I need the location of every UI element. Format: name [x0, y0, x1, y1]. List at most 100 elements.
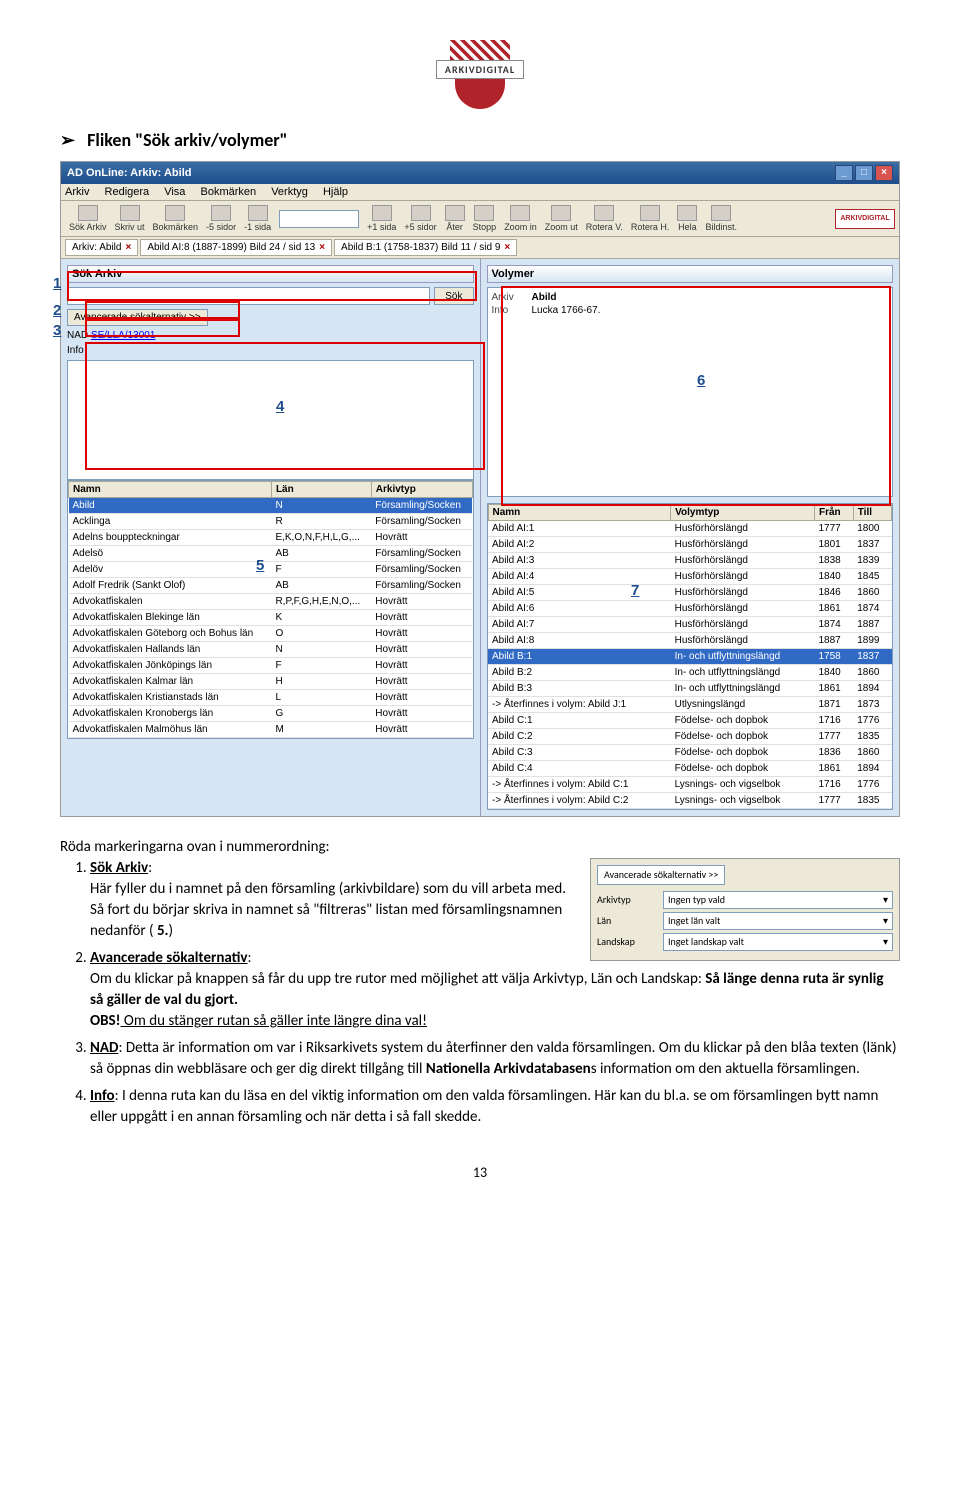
- heading-text: Fliken "Sök arkiv/volymer": [87, 129, 287, 151]
- table-row[interactable]: Advokatfiskalen Blekinge länKHovrätt: [69, 610, 473, 626]
- marker-4: 4: [276, 398, 284, 415]
- toolbar-btn[interactable]: -1 sida: [244, 205, 271, 232]
- tab[interactable]: Abild AI:8 (1887-1899) Bild 24 / sid 13×: [140, 239, 332, 256]
- table-row[interactable]: Abild AI:2Husförhörslängd18011837: [488, 537, 892, 553]
- table-row[interactable]: Advokatfiskalen Göteborg och Bohus länOH…: [69, 626, 473, 642]
- table-row[interactable]: AdvokatfiskalenR,P,F,G,H,E,N,O,...Hovrät…: [69, 594, 473, 610]
- tab[interactable]: Abild B:1 (1758-1837) Bild 11 / sid 9×: [334, 239, 517, 256]
- chevron-down-icon: ▾: [883, 914, 888, 928]
- toolbar-btn[interactable]: +5 sidor: [404, 205, 436, 232]
- chevron-down-icon: ▾: [883, 893, 888, 907]
- table-row[interactable]: AdelsöABFörsamling/Socken: [69, 546, 473, 562]
- tab-bar: Arkiv: Abild× Abild AI:8 (1887-1899) Bil…: [61, 237, 899, 259]
- red-annotation: [501, 286, 891, 506]
- titlebar: AD OnLine: Arkiv: Abild _ □ ×: [61, 162, 899, 184]
- table-row[interactable]: Abild B:1In- och utflyttningslängd175818…: [488, 649, 892, 665]
- close-icon[interactable]: ×: [504, 242, 510, 253]
- menu-item[interactable]: Hjälp: [323, 186, 348, 198]
- minimize-icon[interactable]: _: [835, 165, 853, 181]
- menubar: Arkiv Redigera Visa Bokmärken Verktyg Hj…: [61, 184, 899, 201]
- marker-1: 1: [53, 275, 61, 292]
- red-annotation: [85, 301, 240, 319]
- table-row[interactable]: AcklingaRFörsamling/Socken: [69, 514, 473, 530]
- field-label: Landskap: [597, 935, 657, 949]
- list-item: Info: I denna ruta kan du läsa en del vi…: [90, 1086, 900, 1128]
- lan-select[interactable]: Inget län valt▾: [663, 912, 893, 930]
- toolbar-btn[interactable]: Rotera H.: [631, 205, 670, 232]
- marker-2: 2: [53, 302, 61, 319]
- close-icon[interactable]: ×: [875, 165, 893, 181]
- menu-item[interactable]: Bokmärken: [200, 186, 256, 198]
- arkivtyp-select[interactable]: Ingen typ vald▾: [663, 891, 893, 909]
- table-row[interactable]: Abild C:3Födelse- och dopbok18361860: [488, 745, 892, 761]
- table-row[interactable]: Abild AI:4Husförhörslängd18401845: [488, 569, 892, 585]
- table-row[interactable]: Adelns bouppteckningarE,K,O,N,F,H,L,G,..…: [69, 530, 473, 546]
- table-row[interactable]: Adolf Fredrik (Sankt Olof)ABFörsamling/S…: [69, 578, 473, 594]
- toolbar-btn[interactable]: Rotera V.: [586, 205, 623, 232]
- table-row[interactable]: Abild AI:8Husförhörslängd18871899: [488, 633, 892, 649]
- menu-item[interactable]: Visa: [164, 186, 185, 198]
- marker-3: 3: [53, 322, 61, 339]
- toolbar-btn[interactable]: -5 sidor: [206, 205, 236, 232]
- pane-header: Volymer: [487, 265, 894, 283]
- toolbar-btn[interactable]: Sök Arkiv: [69, 205, 107, 232]
- list-item: NAD: Detta är information om var i Riksa…: [90, 1038, 900, 1080]
- toolbar-btn[interactable]: Bokmärken: [153, 205, 199, 232]
- field-label: Län: [597, 914, 657, 928]
- table-row[interactable]: Abild AI:6Husförhörslängd18611874: [488, 601, 892, 617]
- table-row[interactable]: Abild B:2In- och utflyttningslängd184018…: [488, 665, 892, 681]
- advanced-button[interactable]: Avancerade sökalternativ >>: [597, 865, 725, 885]
- table-row[interactable]: Abild AI:1Husförhörslängd17771800: [488, 521, 892, 537]
- logo-text: ARKIVDIGITAL: [436, 60, 524, 79]
- marker-6: 6: [697, 372, 705, 389]
- archive-table[interactable]: Namn Län Arkivtyp AbildNFörsamling/Socke…: [68, 481, 473, 738]
- table-row[interactable]: Abild AI:3Husförhörslängd18381839: [488, 553, 892, 569]
- table-row[interactable]: Abild B:3In- och utflyttningslängd186118…: [488, 681, 892, 697]
- red-annotation: [67, 271, 477, 301]
- red-annotation: [85, 342, 485, 470]
- toolbar-btn[interactable]: Hela: [677, 205, 697, 232]
- table-row[interactable]: Advokatfiskalen Kristianstads länLHovrät…: [69, 690, 473, 706]
- table-row[interactable]: -> Återfinnes i volym: Abild J:1Utlysnin…: [488, 697, 892, 713]
- screenshot: AD OnLine: Arkiv: Abild _ □ × Arkiv Redi…: [60, 161, 900, 817]
- table-row[interactable]: Advokatfiskalen Hallands länNHovrätt: [69, 642, 473, 658]
- table-row[interactable]: Abild C:2Födelse- och dopbok17771835: [488, 729, 892, 745]
- toolbar-btn[interactable]: Zoom ut: [545, 205, 578, 232]
- table-row[interactable]: Advokatfiskalen Kalmar länHHovrätt: [69, 674, 473, 690]
- table-row[interactable]: Abild C:4Födelse- och dopbok18611894: [488, 761, 892, 777]
- red-annotation: [85, 319, 240, 337]
- toolbar-btn[interactable]: +1 sida: [367, 205, 396, 232]
- toolbar-btn[interactable]: Bildinst.: [705, 205, 737, 232]
- table-row[interactable]: AdelövFFörsamling/Socken: [69, 562, 473, 578]
- close-icon[interactable]: ×: [125, 242, 131, 253]
- table-row[interactable]: -> Återfinnes i volym: Abild C:1Lysnings…: [488, 777, 892, 793]
- caption: Röda markeringarna ovan i nummerordning:: [60, 837, 900, 858]
- menu-item[interactable]: Redigera: [105, 186, 150, 198]
- menu-item[interactable]: Verktyg: [271, 186, 308, 198]
- table-row[interactable]: Advokatfiskalen Kronobergs länGHovrätt: [69, 706, 473, 722]
- toolbar: Sök Arkiv Skriv ut Bokmärken -5 sidor -1…: [61, 201, 899, 237]
- table-row[interactable]: Advokatfiskalen Malmöhus länMHovrätt: [69, 722, 473, 738]
- tab[interactable]: Arkiv: Abild×: [65, 239, 138, 256]
- toolbar-btn[interactable]: Skriv ut: [115, 205, 145, 232]
- toolbar-btn[interactable]: Åter: [445, 205, 465, 232]
- table-row[interactable]: Abild AI:7Husförhörslängd18741887: [488, 617, 892, 633]
- section-heading: ➢ Fliken "Sök arkiv/volymer": [60, 129, 900, 151]
- toolbar-btn[interactable]: Stopp: [473, 205, 497, 232]
- table-row[interactable]: AbildNFörsamling/Socken: [69, 498, 473, 514]
- maximize-icon[interactable]: □: [855, 165, 873, 181]
- table-row[interactable]: -> Återfinnes i volym: Abild C:2Lysnings…: [488, 793, 892, 809]
- close-icon[interactable]: ×: [319, 242, 325, 253]
- page-field[interactable]: [279, 210, 359, 228]
- menu-item[interactable]: Arkiv: [65, 186, 89, 198]
- toolbar-btn[interactable]: Zoom in: [504, 205, 537, 232]
- table-row[interactable]: Advokatfiskalen Jönköpings länFHovrätt: [69, 658, 473, 674]
- brand-logo: ARKIVDIGITAL: [835, 209, 895, 229]
- table-row[interactable]: Abild C:1Födelse- och dopbok17161776: [488, 713, 892, 729]
- marker-5: 5: [256, 557, 264, 574]
- inset-screenshot: Avancerade sökalternativ >> ArkivtypInge…: [590, 858, 900, 961]
- volume-table[interactable]: Namn Volymtyp Från Till Abild AI:1Husför…: [488, 504, 893, 809]
- table-row[interactable]: Abild AI:5Husförhörslängd18461860: [488, 585, 892, 601]
- page-number: 13: [60, 1164, 900, 1181]
- landskap-select[interactable]: Inget landskap valt▾: [663, 933, 893, 951]
